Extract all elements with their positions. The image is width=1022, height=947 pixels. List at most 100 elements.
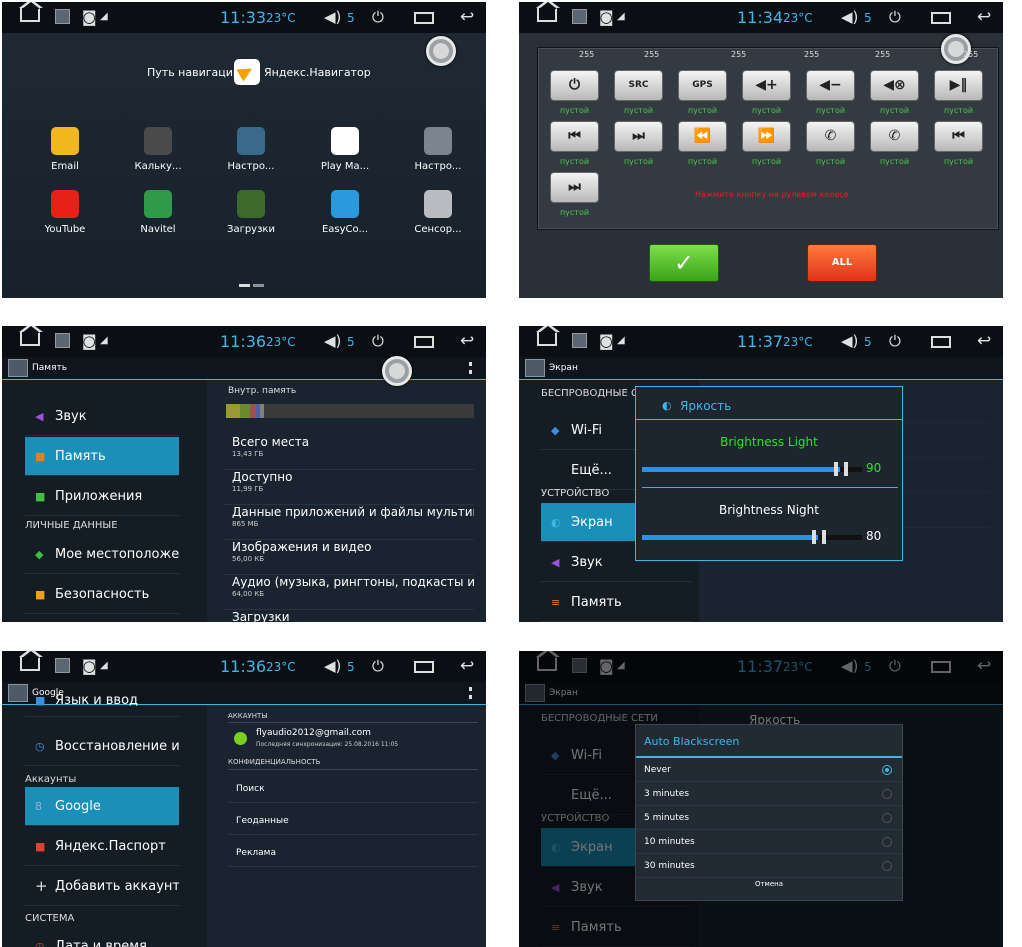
settings-item[interactable]: 8 Google — [25, 787, 179, 826]
swc-key-button[interactable]: ⏻ — [550, 70, 599, 101]
timeout-option[interactable]: 5 minutes — [636, 806, 902, 830]
recents-icon[interactable] — [414, 661, 434, 673]
radio-button[interactable] — [882, 837, 892, 847]
volume-icon[interactable]: ◀) — [841, 8, 858, 26]
storage-row[interactable]: Данные приложений и файлы мультимедиа865… — [224, 505, 474, 540]
floating-assist-button[interactable] — [941, 34, 971, 64]
clear-all-button[interactable]: ALL — [807, 244, 877, 282]
app-launcher[interactable]: Сенсор... — [398, 190, 478, 235]
app-launcher[interactable]: Загрузки — [211, 190, 291, 235]
overflow-menu-icon[interactable] — [469, 362, 472, 374]
settings-item[interactable]: + Добавить аккаунт — [25, 867, 179, 906]
storage-row[interactable]: Аудио (музыка, рингтоны, подкасты и т. п… — [224, 575, 474, 610]
privacy-row[interactable]: Поиск — [228, 771, 478, 803]
swc-key-button[interactable]: ⏮ — [550, 121, 599, 152]
home-icon[interactable] — [536, 326, 560, 346]
nav-app-name[interactable]: Яндекс.Навигатор — [264, 66, 371, 79]
radio-button[interactable] — [882, 765, 892, 775]
storage-row[interactable]: Загрузки — [224, 610, 474, 622]
home-icon[interactable] — [19, 326, 43, 346]
storage-row[interactable]: Всего места 13,43 ГБ — [224, 435, 474, 470]
power-icon[interactable]: ⏻ — [372, 332, 384, 350]
app-launcher[interactable]: Кальку... — [118, 127, 198, 172]
settings-item[interactable]: ■ Яндекс.Паспорт — [25, 827, 179, 866]
home-icon[interactable] — [536, 2, 560, 22]
app-launcher[interactable]: Play Ma... — [305, 127, 385, 172]
app-launcher[interactable]: Email — [25, 127, 105, 172]
back-icon[interactable]: ↩ — [977, 332, 991, 350]
volume-icon[interactable]: ◀) — [324, 8, 341, 26]
recents-icon[interactable] — [414, 336, 434, 348]
timeout-option[interactable]: Never — [636, 758, 902, 782]
status-bar: ◙◢ 11:3723°C ◀) 5 ⏻ ↩ — [519, 326, 1003, 357]
settings-item[interactable]: ■ Язык и ввод — [25, 689, 179, 717]
recents-icon[interactable] — [414, 12, 434, 24]
settings-item[interactable]: ■ Память — [25, 437, 179, 476]
power-icon[interactable]: ⏻ — [889, 332, 901, 350]
power-icon[interactable]: ⏻ — [372, 8, 384, 26]
swc-key-button[interactable]: ⏭ — [550, 172, 599, 203]
swc-key-button[interactable]: ✆ — [806, 121, 855, 152]
settings-item[interactable]: ◀ Звук — [25, 397, 179, 436]
storage-row[interactable]: Доступно 11,99 ГБ — [224, 470, 474, 505]
settings-icon[interactable] — [525, 359, 545, 377]
swc-key-button[interactable]: ◀− — [806, 70, 855, 101]
app-launcher[interactable]: Navitel — [118, 190, 198, 235]
brightness-dialog: ◐ Яркость Brightness Light 90 80 Brightness N… — [635, 386, 903, 561]
timeout-option[interactable]: 10 minutes — [636, 830, 902, 854]
timeout-option[interactable]: 3 minutes — [636, 782, 902, 806]
home-icon[interactable] — [19, 651, 43, 671]
swc-key-button[interactable]: ⏩ — [742, 121, 791, 152]
swc-key-button[interactable]: ⏪ — [678, 121, 727, 152]
overflow-menu-icon[interactable] — [469, 687, 472, 699]
account-email[interactable]: flyaudio2012@gmail.com — [256, 728, 371, 738]
swc-key-button[interactable]: ⏭ — [614, 121, 663, 152]
app-launcher[interactable]: EasyCo... — [305, 190, 385, 235]
swc-key-button[interactable]: ✆ — [870, 121, 919, 152]
swc-key-button[interactable]: ⏮ — [934, 121, 983, 152]
timeout-option[interactable]: 30 minutes — [636, 854, 902, 878]
swc-key-button[interactable]: ◀+ — [742, 70, 791, 101]
back-icon[interactable]: ↩ — [977, 8, 991, 26]
settings-item[interactable]: ◷ Восстановление и сброс — [25, 727, 179, 766]
settings-item[interactable]: ■ Приложения — [25, 477, 179, 516]
back-icon[interactable]: ↩ — [460, 332, 474, 350]
slider-thumb[interactable] — [834, 462, 838, 476]
privacy-row[interactable]: Геоданные — [228, 803, 478, 835]
power-icon[interactable]: ⏻ — [889, 8, 901, 26]
app-label: Кальку... — [134, 161, 182, 172]
settings-icon[interactable] — [8, 359, 28, 377]
swc-key-button[interactable]: ◀⊗ — [870, 70, 919, 101]
light-brightness-slider[interactable] — [642, 462, 862, 476]
app-launcher[interactable]: YouTube — [25, 190, 105, 235]
volume-icon[interactable]: ◀) — [841, 332, 858, 350]
volume-icon[interactable]: ◀) — [324, 332, 341, 350]
volume-icon[interactable]: ◀) — [324, 657, 341, 675]
back-icon[interactable]: ↩ — [460, 657, 474, 675]
swc-key-button[interactable]: SRC — [614, 70, 663, 101]
settings-item[interactable]: ◷ Дата и время — [25, 927, 179, 947]
settings-item[interactable]: ■ Безопасность — [25, 575, 179, 614]
settings-item[interactable]: ≡ Память — [541, 583, 691, 622]
settings-item[interactable]: ◆ Мое местоположение — [25, 535, 179, 574]
cancel-button[interactable]: Отмена — [636, 880, 902, 888]
navigator-icon[interactable] — [234, 59, 260, 85]
confirm-button[interactable]: ✓ — [649, 244, 719, 282]
radio-button[interactable] — [882, 789, 892, 799]
recents-icon[interactable] — [931, 12, 951, 24]
recents-icon[interactable] — [931, 336, 951, 348]
swc-key-button[interactable]: ▶‖ — [934, 70, 983, 101]
swc-key-button[interactable]: GPS — [678, 70, 727, 101]
radio-button[interactable] — [882, 861, 892, 871]
app-launcher[interactable]: Настро... — [398, 127, 478, 172]
radio-button[interactable] — [882, 813, 892, 823]
home-icon[interactable] — [19, 2, 43, 22]
power-icon[interactable]: ⏻ — [372, 657, 384, 675]
floating-assist-button[interactable] — [426, 36, 456, 66]
app-launcher[interactable]: Настро... — [211, 127, 291, 172]
storage-row[interactable]: Изображения и видео 56,00 КБ — [224, 540, 474, 575]
privacy-row[interactable]: Реклама — [228, 835, 478, 867]
slider-thumb[interactable] — [812, 530, 816, 544]
night-brightness-slider[interactable] — [642, 530, 862, 544]
back-icon[interactable]: ↩ — [460, 8, 474, 26]
